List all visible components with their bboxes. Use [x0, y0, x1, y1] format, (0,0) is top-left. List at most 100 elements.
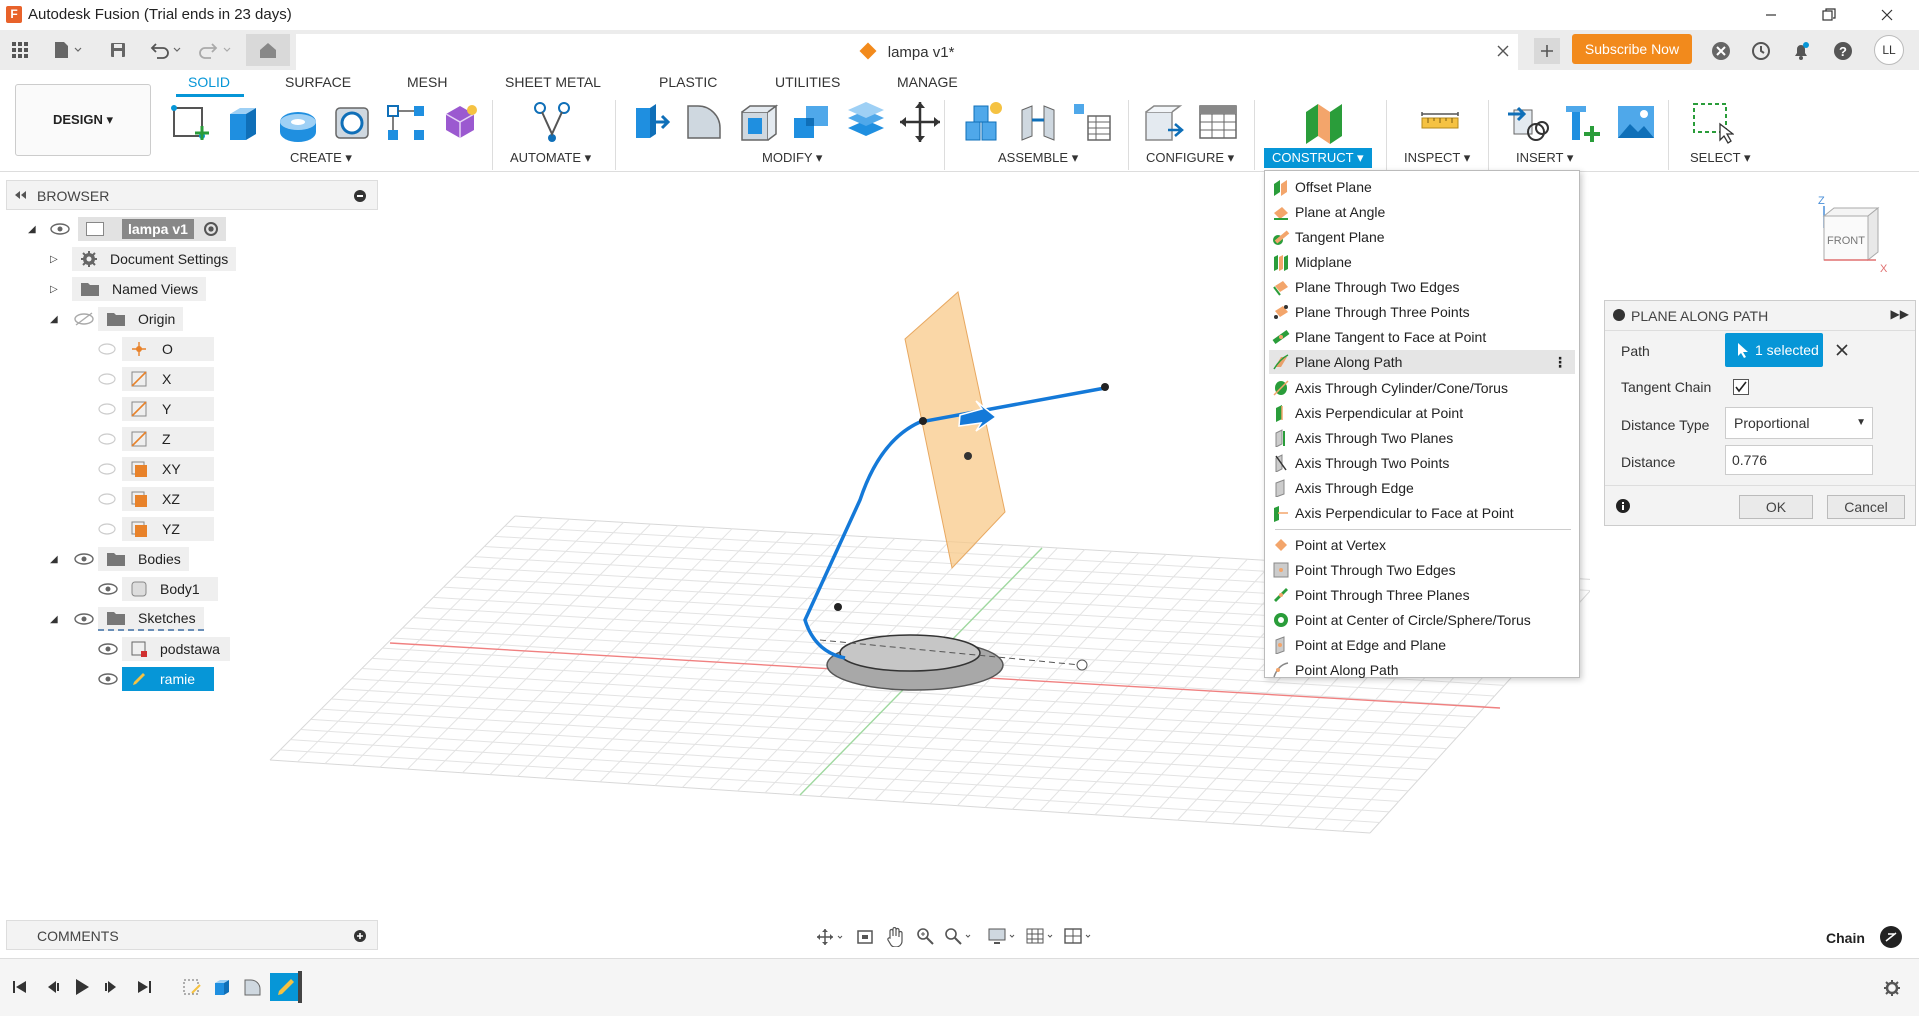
chain-select-icon[interactable] — [1880, 926, 1902, 948]
document-tab[interactable]: lampa v1* — [296, 34, 1518, 70]
ok-button[interactable]: OK — [1739, 495, 1813, 519]
grid-settings-icon[interactable] — [1026, 927, 1056, 945]
tree-item-body1[interactable]: Body1 — [98, 576, 218, 602]
expand-triangle-icon[interactable]: ▷ — [50, 254, 58, 265]
tree-item-origin-point[interactable]: O — [98, 336, 214, 362]
tree-item-yz-plane[interactable]: YZ — [98, 516, 214, 542]
revolve-icon[interactable] — [276, 100, 320, 144]
hidden-eye-icon[interactable] — [74, 312, 94, 326]
workspace-switcher[interactable]: DESIGN ▾ — [15, 84, 151, 156]
browser-minimize-icon[interactable] — [353, 189, 367, 203]
menu-point-three-planes[interactable]: Point Through Three Planes — [1269, 583, 1575, 607]
tab-sheet-metal[interactable]: SHEET METAL — [505, 74, 601, 90]
window-select-icon[interactable] — [1690, 100, 1734, 144]
visibility-eye-icon[interactable] — [98, 642, 118, 656]
info-icon[interactable] — [1615, 498, 1631, 514]
tangent-chain-checkbox[interactable] — [1733, 379, 1749, 395]
create-sketch-icon[interactable] — [168, 100, 212, 144]
step-back-icon[interactable] — [44, 979, 60, 995]
press-pull-icon[interactable] — [628, 100, 672, 144]
new-component-icon[interactable] — [962, 100, 1006, 144]
zoom-icon[interactable] — [916, 927, 934, 945]
menu-plane-along-path[interactable]: Plane Along Path ⋮ — [1269, 350, 1575, 374]
tree-item-bodies[interactable]: Bodies — [74, 546, 189, 572]
notifications-icon[interactable] — [1788, 38, 1814, 64]
tree-root[interactable]: lampa v1 — [50, 216, 226, 242]
new-tab-icon[interactable] — [1534, 38, 1560, 64]
menu-point-along-path[interactable]: Point Along Path — [1269, 658, 1575, 682]
fillet-icon[interactable] — [682, 100, 726, 144]
construct-group-label[interactable]: CONSTRUCT ▾ — [1264, 148, 1372, 168]
menu-point-at-vertex[interactable]: Point at Vertex — [1269, 533, 1575, 557]
tree-item-sketch-ramie[interactable]: ramie — [98, 666, 214, 692]
insert-derive-icon[interactable] — [1506, 100, 1550, 144]
go-to-start-icon[interactable] — [12, 979, 28, 995]
minimize-button[interactable] — [1742, 0, 1800, 30]
menu-plane-through-three-points[interactable]: Plane Through Three Points — [1269, 300, 1575, 324]
menu-point-two-edges[interactable]: Point Through Two Edges — [1269, 558, 1575, 582]
automate-icon[interactable] — [530, 100, 574, 144]
visibility-eye-icon[interactable] — [74, 552, 94, 566]
combine-icon[interactable] — [790, 100, 834, 144]
close-window-button[interactable] — [1858, 0, 1916, 30]
play-icon[interactable] — [74, 978, 90, 996]
select-group-label[interactable]: SELECT ▾ — [1690, 150, 1750, 166]
expand-triangle-icon[interactable]: ◢ — [50, 614, 58, 625]
inspect-group-label[interactable]: INSPECT ▾ — [1404, 150, 1470, 166]
display-settings-icon[interactable] — [988, 927, 1018, 945]
tree-item-sketches[interactable]: Sketches — [74, 606, 204, 632]
expand-triangle-icon[interactable]: ◢ — [28, 224, 36, 235]
help-icon[interactable]: ? — [1830, 38, 1856, 64]
insert-canvas-icon[interactable] — [1614, 100, 1658, 144]
redo-icon[interactable] — [196, 38, 236, 62]
expand-triangle-icon[interactable]: ◢ — [50, 314, 58, 325]
visibility-eye-icon[interactable] — [98, 582, 118, 596]
viewcube[interactable]: Z FRONT X — [1808, 194, 1898, 274]
collapse-browser-icon[interactable] — [13, 188, 27, 202]
cancel-button[interactable]: Cancel — [1827, 495, 1905, 519]
tab-surface[interactable]: SURFACE — [285, 74, 351, 90]
look-at-icon[interactable] — [856, 928, 874, 946]
create-form-icon[interactable] — [438, 100, 482, 144]
menu-tangent-plane[interactable]: Tangent Plane — [1269, 225, 1575, 249]
save-icon[interactable] — [106, 38, 130, 62]
job-status-icon[interactable] — [1748, 38, 1774, 64]
menu-point-edge-plane[interactable]: Point at Edge and Plane — [1269, 633, 1575, 657]
timeline-sketch-ramie-icon[interactable] — [270, 973, 300, 1001]
insert-group-label[interactable]: INSERT ▾ — [1516, 150, 1573, 166]
menu-plane-tangent-face-point[interactable]: Plane Tangent to Face at Point — [1269, 325, 1575, 349]
home-icon[interactable] — [246, 34, 290, 66]
tree-item-xz-plane[interactable]: XZ — [98, 486, 214, 512]
visibility-eye-icon[interactable] — [98, 672, 118, 686]
close-tab-icon[interactable] — [1496, 44, 1510, 58]
tab-plastic[interactable]: PLASTIC — [659, 74, 717, 90]
visibility-eye-icon[interactable] — [74, 612, 94, 626]
dialog-collapse-icon[interactable] — [1613, 309, 1625, 321]
menu-axis-two-points[interactable]: Axis Through Two Points — [1269, 451, 1575, 475]
pan-hand-icon[interactable] — [886, 927, 904, 947]
expand-triangle-icon[interactable]: ▷ — [50, 284, 58, 295]
assemble-group-label[interactable]: ASSEMBLE ▾ — [998, 150, 1078, 166]
timeline-settings-gear-icon[interactable] — [1883, 979, 1901, 997]
tab-mesh[interactable]: MESH — [407, 74, 447, 90]
automate-group-label[interactable]: AUTOMATE ▾ — [510, 150, 591, 166]
tab-utilities[interactable]: UTILITIES — [775, 74, 840, 90]
user-avatar[interactable]: LL — [1874, 35, 1904, 65]
dialog-expand-icon[interactable]: ▶▶ — [1891, 307, 1909, 321]
tree-item-x-axis[interactable]: X — [98, 366, 214, 392]
timeline-sketch-icon[interactable] — [182, 977, 202, 997]
menu-more-icon[interactable]: ⋮ — [1553, 354, 1567, 371]
add-comment-icon[interactable] — [353, 929, 367, 943]
distance-input[interactable]: 0.776 — [1725, 445, 1873, 475]
joint-icon[interactable] — [1016, 100, 1060, 144]
configure-group-label[interactable]: CONFIGURE ▾ — [1146, 150, 1234, 166]
configure-table-icon[interactable] — [1196, 100, 1240, 144]
change-parameters-icon[interactable] — [1142, 100, 1186, 144]
comments-panel[interactable]: COMMENTS — [6, 920, 378, 950]
go-to-end-icon[interactable] — [136, 979, 152, 995]
timeline-marker[interactable] — [298, 971, 302, 1003]
extensions-icon[interactable] — [1708, 38, 1734, 64]
shell-icon[interactable] — [736, 100, 780, 144]
timeline-fillet-icon[interactable] — [242, 977, 262, 997]
hole-icon[interactable] — [330, 100, 374, 144]
